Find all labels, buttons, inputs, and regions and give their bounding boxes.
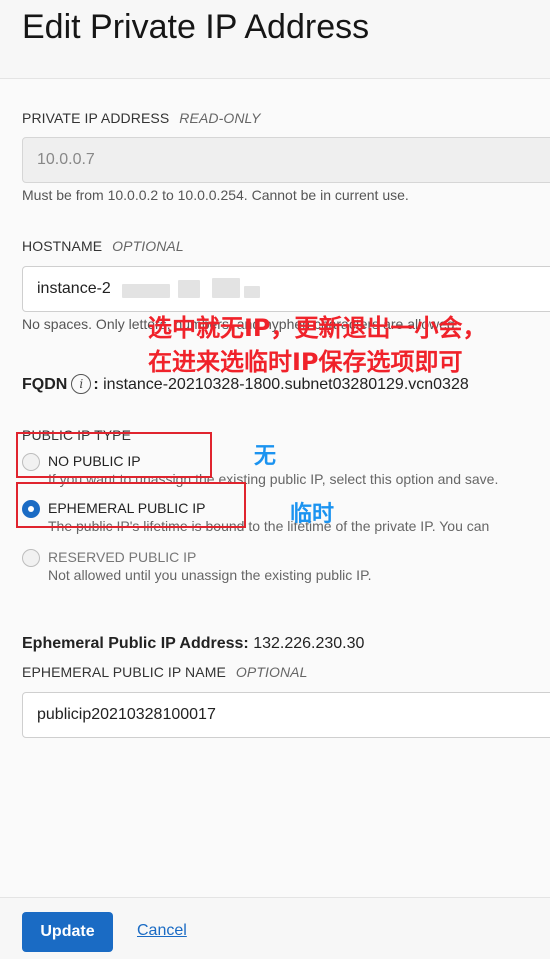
fqdn-row: FQDN i: instance-20210328-1800.subnet0328…	[22, 374, 469, 396]
read-only-qualifier: READ-ONLY	[179, 110, 261, 126]
ephemeral-name-label: EPHEMERAL PUBLIC IP NAME OPTIONAL	[22, 664, 308, 680]
ephemeral-address-row: Ephemeral Public IP Address: 132.226.230…	[22, 635, 364, 653]
redacted-blur	[212, 278, 240, 298]
info-icon[interactable]: i	[71, 374, 92, 394]
annotation-line-2: 在进来选临时IP保存选项即可	[148, 348, 463, 376]
annotation-box-no-public-ip	[16, 432, 212, 478]
fqdn-label: FQDN	[22, 376, 68, 394]
ephemeral-address-value: 132.226.230.30	[253, 635, 365, 652]
annotation-temporary: 临时	[290, 502, 335, 527]
redacted-blur	[122, 284, 170, 298]
optional-qualifier: OPTIONAL	[235, 664, 308, 680]
annotation-none: 无	[254, 444, 277, 469]
dialog-header: Edit Private IP Address	[0, 0, 550, 79]
hostname-label-text: HOSTNAME	[22, 238, 103, 254]
private-ip-input	[22, 137, 550, 183]
radio-button-disabled	[22, 549, 40, 567]
ephemeral-address-label: Ephemeral Public IP Address:	[22, 635, 249, 652]
private-ip-label: PRIVATE IP ADDRESS READ-ONLY	[22, 110, 261, 126]
hostname-label: HOSTNAME OPTIONAL	[22, 238, 184, 254]
update-button[interactable]: Update	[22, 912, 113, 952]
radio-label: RESERVED PUBLIC IP	[48, 549, 197, 565]
annotation-box-ephemeral	[16, 482, 246, 528]
radio-description: Not allowed until you unassign the exist…	[48, 567, 372, 583]
ephemeral-name-label-text: EPHEMERAL PUBLIC IP NAME	[22, 664, 226, 680]
redacted-blur	[178, 280, 200, 298]
fqdn-value: instance-20210328-1800.subnet03280129.vc…	[103, 376, 469, 394]
hostname-input[interactable]	[22, 266, 550, 312]
cancel-link[interactable]: Cancel	[137, 922, 187, 940]
annotation-line-1: 选中就无IP，更新退出一小会，	[148, 314, 487, 342]
private-ip-help: Must be from 10.0.0.2 to 10.0.0.254. Can…	[22, 187, 409, 203]
optional-qualifier: OPTIONAL	[112, 238, 184, 254]
redacted-blur	[244, 286, 260, 298]
private-ip-label-text: PRIVATE IP ADDRESS	[22, 110, 170, 126]
ephemeral-name-input[interactable]	[22, 692, 550, 738]
dialog-footer: Update Cancel	[0, 897, 550, 959]
page-title: Edit Private IP Address	[22, 8, 370, 46]
